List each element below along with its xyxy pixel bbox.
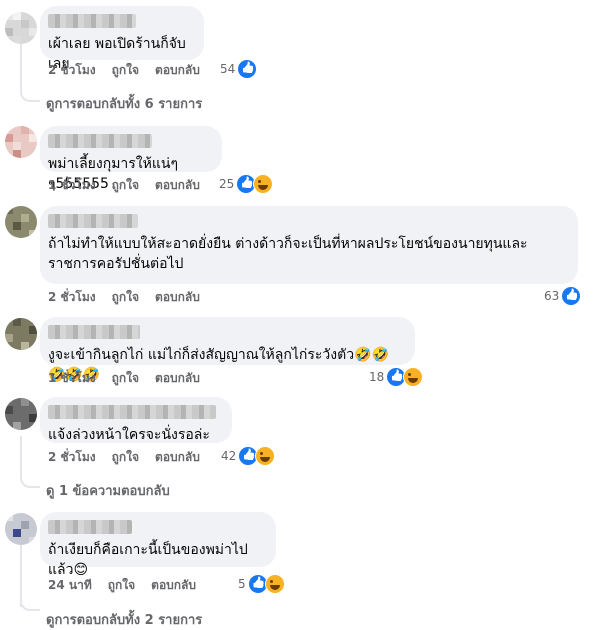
author-name-blurred[interactable] — [48, 325, 140, 339]
avatar[interactable] — [5, 12, 37, 44]
comment-bubble: งูจะเข้ากินลูกไก่ แม่ไก่ก็ส่งสัญญาณให้ลู… — [40, 317, 415, 383]
reaction-count: 18 — [369, 370, 385, 384]
like-button[interactable]: ถูกใจ — [112, 288, 139, 307]
timestamp[interactable]: 24 นาที — [48, 576, 92, 595]
comment-text: ถ้าเงียบก็คือเกาะนี้เป็นของพม่าไปแล้ว😊 — [48, 542, 248, 578]
reply-button[interactable]: ตอบกลับ — [151, 576, 196, 595]
comment-actions: 2 ชั่วโมง ถูกใจ ตอบกลับ — [48, 448, 200, 467]
comment-bubble: ถ้าเงียบก็คือเกาะนี้เป็นของพม่าไปแล้ว😊 — [40, 512, 276, 578]
author-name-blurred[interactable] — [48, 134, 152, 148]
thread-connector — [20, 472, 40, 488]
avatar[interactable] — [5, 318, 37, 350]
avatar[interactable] — [5, 398, 37, 430]
like-button[interactable]: ถูกใจ — [112, 448, 139, 467]
reaction-count: 5 — [238, 577, 246, 591]
haha-icon — [403, 367, 424, 387]
view-replies-link[interactable]: ดูการตอบกลับทั้ง 6 รายการ — [46, 93, 202, 114]
avatar[interactable] — [5, 513, 37, 545]
comment-bubble: ถ้าไม่ทำให้แบบให้สะอาดยั่งยืน ต่างด้าวก็… — [40, 206, 578, 284]
haha-icon — [264, 574, 285, 594]
reaction-count: 42 — [221, 449, 237, 463]
like-button[interactable]: ถูกใจ — [112, 176, 139, 195]
thread-line — [20, 44, 22, 86]
author-name-blurred[interactable] — [48, 520, 132, 534]
comment-actions: 1 ชั่วโมง ถูกใจ ตอบกลับ — [48, 369, 200, 388]
thread-connector — [20, 86, 40, 102]
haha-icon — [253, 174, 274, 194]
reply-button[interactable]: ตอบกลับ — [155, 288, 200, 307]
like-button[interactable]: ถูกใจ — [108, 576, 135, 595]
avatar[interactable] — [5, 206, 37, 238]
like-icon — [237, 59, 258, 79]
comment-actions: 2 ชั่วโมง ถูกใจ ตอบกลับ — [48, 61, 200, 80]
timestamp[interactable]: 2 ชั่วโมง — [48, 288, 96, 307]
reaction-summary[interactable]: 42 — [221, 446, 276, 466]
reaction-summary[interactable]: 5 — [238, 574, 285, 594]
timestamp[interactable]: 1 ชั่วโมง — [48, 176, 96, 195]
view-replies-link[interactable]: ดูการตอบกลับทั้ง 2 รายการ — [46, 609, 202, 630]
timestamp[interactable]: 2 ชั่วโมง — [48, 61, 96, 80]
thread-line — [20, 436, 22, 472]
like-icon — [561, 286, 582, 306]
like-button[interactable]: ถูกใจ — [112, 369, 139, 388]
reaction-summary[interactable]: 54 — [220, 59, 258, 79]
reaction-summary[interactable]: 18 — [369, 367, 424, 387]
timestamp[interactable]: 2 ชั่วโมง — [48, 448, 96, 467]
view-replies-link[interactable]: ดู 1 ข้อความตอบกลับ — [46, 480, 170, 501]
reaction-summary[interactable]: 25 — [219, 174, 274, 194]
comment-actions: 2 ชั่วโมง ถูกใจ ตอบกลับ — [48, 288, 200, 307]
reply-button[interactable]: ตอบกลับ — [155, 61, 200, 80]
reaction-count: 25 — [219, 177, 235, 191]
reply-button[interactable]: ตอบกลับ — [155, 448, 200, 467]
comment-bubble: พม่าเลี้ยงกุมารให้แน่ๆๆ555555 — [40, 126, 222, 192]
author-name-blurred[interactable] — [48, 214, 138, 228]
reply-button[interactable]: ตอบกลับ — [155, 176, 200, 195]
comment-bubble: แจ้งล่วงหน้าใครจะนั่งรอล่ะ — [40, 397, 232, 443]
comment-text: ถ้าไม่ทำให้แบบให้สะอาดยั่งยืน ต่างด้าวก็… — [48, 236, 528, 272]
avatar[interactable] — [5, 126, 37, 158]
author-name-blurred[interactable] — [48, 405, 216, 419]
reaction-summary[interactable]: 63 — [544, 286, 582, 306]
reply-button[interactable]: ตอบกลับ — [155, 369, 200, 388]
reaction-count: 63 — [544, 289, 560, 303]
comment-actions: 1 ชั่วโมง ถูกใจ ตอบกลับ — [48, 176, 200, 195]
comment-actions: 24 นาที ถูกใจ ตอบกลับ — [48, 576, 196, 595]
comment-bubble: เผ้าเลย พอเปิดร้านก็จับเลย — [40, 6, 204, 72]
haha-icon — [255, 446, 276, 466]
reaction-count: 54 — [220, 62, 236, 76]
timestamp[interactable]: 1 ชั่วโมง — [48, 369, 96, 388]
thread-connector — [20, 597, 40, 611]
like-button[interactable]: ถูกใจ — [112, 61, 139, 80]
author-name-blurred[interactable] — [48, 14, 136, 28]
comment-text: แจ้งล่วงหน้าใครจะนั่งรอล่ะ — [48, 427, 210, 443]
